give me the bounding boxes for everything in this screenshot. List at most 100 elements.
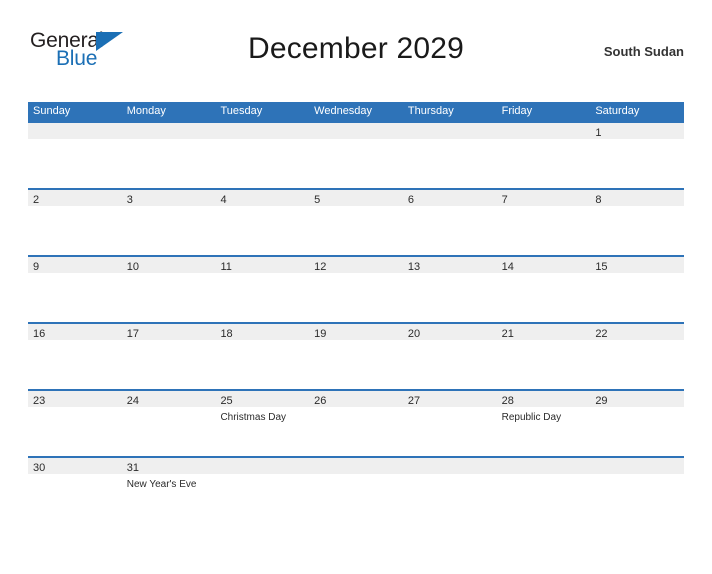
calendar-weeks: 1 2 3 4 5 6 7 8 9 10 11 12 13 14 15 16 17 18 19 20 21 22 23 24 2…	[28, 121, 684, 506]
calendar-day-cell[interactable]: 24	[122, 393, 216, 456]
calendar-day-cell-empty	[497, 460, 591, 506]
day-number: 29	[595, 395, 608, 407]
calendar-day-cell[interactable]: 22	[590, 326, 684, 389]
calendar-day-cell[interactable]: 3	[122, 192, 216, 255]
day-number: 18	[220, 328, 233, 340]
weekday-header-monday: Monday	[126, 105, 166, 117]
calendar-day-cell-empty	[497, 125, 591, 188]
day-number: 26	[314, 395, 327, 407]
calendar-day-cell[interactable]: 12	[309, 259, 403, 322]
calendar-day-cell[interactable]: 7	[497, 192, 591, 255]
calendar-day-cell[interactable]: 18	[215, 326, 309, 389]
weekday-header-thursday: Thursday	[407, 105, 454, 117]
calendar-day-cell[interactable]: 26	[309, 393, 403, 456]
calendar-day-cell-empty	[403, 460, 497, 506]
day-number: 16	[33, 328, 46, 340]
day-number: 11	[220, 261, 232, 273]
calendar-day-cell[interactable]: 14	[497, 259, 591, 322]
weekday-header-friday: Friday	[501, 105, 533, 117]
calendar-day-cell[interactable]: 20	[403, 326, 497, 389]
weekday-header-wednesday: Wednesday	[314, 105, 373, 117]
calendar-day-cell[interactable]: 31 New Year's Eve	[122, 460, 216, 506]
holiday-label: Republic Day	[501, 412, 562, 423]
calendar-day-cell[interactable]: 27	[403, 393, 497, 456]
day-number: 31	[126, 462, 139, 474]
day-number: 7	[501, 194, 508, 206]
day-number: 5	[314, 194, 321, 206]
weekday-header-row: Sunday Monday Tuesday Wednesday Thursday…	[28, 102, 684, 121]
calendar-day-cell[interactable]: 13	[403, 259, 497, 322]
day-number: 9	[33, 261, 40, 273]
calendar-day-cell[interactable]: 30	[28, 460, 122, 506]
calendar-day-cell[interactable]: 17	[122, 326, 216, 389]
calendar-day-cell-empty	[215, 125, 309, 188]
weekday-header-saturday: Saturday	[595, 105, 640, 117]
day-cell-row: 2 3 4 5 6 7 8	[28, 192, 684, 255]
page-header: General Blue December 2029 South Sudan	[28, 24, 684, 76]
calendar-week-row: 23 24 25 Christmas Day 26 27 28 Republic Day 29	[28, 389, 684, 456]
calendar-week-row: 2 3 4 5 6 7 8	[28, 188, 684, 255]
day-number: 13	[407, 261, 421, 273]
day-cell-row: 1	[28, 125, 684, 188]
day-number: 23	[33, 395, 46, 407]
weekday-header-sunday: Sunday	[33, 105, 71, 117]
calendar-day-cell-empty	[309, 460, 403, 506]
day-cell-row: 16 17 18 19 20 21 22	[28, 326, 684, 389]
day-number: 21	[501, 328, 514, 340]
calendar-day-cell[interactable]: 25 Christmas Day	[215, 393, 309, 456]
calendar-day-cell[interactable]: 8	[590, 192, 684, 255]
calendar-day-cell[interactable]: 10	[122, 259, 216, 322]
day-number: 1	[595, 127, 602, 139]
calendar-week-row: 16 17 18 19 20 21 22	[28, 322, 684, 389]
day-cell-row: 23 24 25 Christmas Day 26 27 28 Republic Day 29	[28, 393, 684, 456]
day-number: 14	[501, 261, 514, 273]
calendar-day-cell[interactable]: 21	[497, 326, 591, 389]
calendar-day-cell[interactable]: 19	[309, 326, 403, 389]
calendar-day-cell-empty	[309, 125, 403, 188]
calendar-day-cell[interactable]: 16	[28, 326, 122, 389]
holiday-label: New Year's Eve	[126, 479, 197, 490]
day-number: 10	[126, 261, 139, 273]
day-number: 3	[126, 194, 133, 206]
day-number: 19	[314, 328, 327, 340]
weekday-header-tuesday: Tuesday	[220, 105, 263, 117]
calendar-day-cell[interactable]: 6	[403, 192, 497, 255]
calendar-day-cell[interactable]: 29	[590, 393, 684, 456]
calendar-day-cell-empty	[122, 125, 216, 188]
calendar-day-cell-empty	[403, 125, 497, 188]
calendar-day-cell-empty	[590, 460, 684, 506]
calendar-day-cell[interactable]: 9	[28, 259, 122, 322]
region-label: South Sudan	[603, 44, 684, 59]
calendar-grid: Sunday Monday Tuesday Wednesday Thursday…	[28, 102, 684, 506]
day-number: 28	[501, 395, 514, 407]
calendar-week-row: 9 10 11 12 13 14 15	[28, 255, 684, 322]
page-title: December 2029	[247, 32, 465, 65]
day-number: 24	[126, 395, 139, 407]
day-number: 17	[126, 328, 139, 340]
calendar-week-row: 1	[28, 121, 684, 188]
day-cell-row: 9 10 11 12 13 14 15	[28, 259, 684, 322]
day-number: 25	[220, 395, 233, 407]
calendar-day-cell-empty	[215, 460, 309, 506]
calendar-day-cell[interactable]: 23	[28, 393, 122, 456]
day-number: 30	[33, 462, 46, 474]
day-number: 2	[33, 194, 40, 206]
calendar-day-cell[interactable]: 2	[28, 192, 122, 255]
calendar-day-cell[interactable]: 15	[590, 259, 684, 322]
day-number: 20	[407, 328, 421, 340]
day-number: 12	[314, 261, 327, 273]
day-number: 15	[595, 261, 608, 273]
calendar-day-cell[interactable]: 4	[215, 192, 309, 255]
day-number: 27	[407, 395, 421, 407]
day-number: 8	[595, 194, 602, 206]
holiday-label: Christmas Day	[220, 412, 287, 423]
calendar-day-cell[interactable]: 5	[309, 192, 403, 255]
calendar-day-cell[interactable]: 1	[590, 125, 684, 188]
calendar-day-cell[interactable]: 28 Republic Day	[497, 393, 591, 456]
day-cell-row: 30 31 New Year's Eve	[28, 460, 684, 506]
calendar-week-row: 30 31 New Year's Eve	[28, 456, 684, 506]
day-number: 6	[407, 194, 414, 206]
day-number: 4	[220, 194, 227, 206]
day-number: 22	[595, 328, 608, 340]
calendar-day-cell[interactable]: 11	[215, 259, 309, 322]
